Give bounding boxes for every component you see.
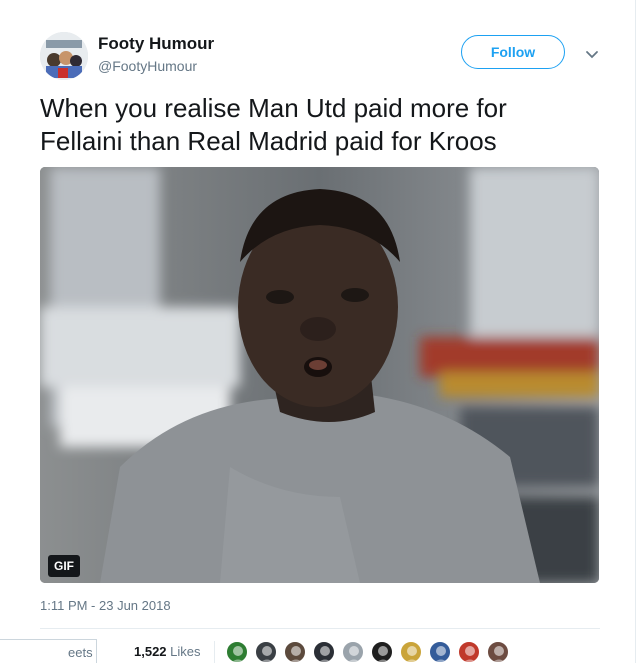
gif-badge: GIF bbox=[48, 555, 80, 577]
tweet-card: Footy Humour @FootyHumour Follow When yo… bbox=[0, 0, 636, 663]
retweets-stat[interactable]: eets bbox=[0, 639, 97, 663]
chevron-down-icon[interactable] bbox=[584, 46, 600, 62]
likes-count: 1,522 bbox=[134, 644, 167, 659]
likes-stat[interactable]: 1,522 Likes bbox=[134, 644, 201, 659]
tweet-text-line-2: Fellaini than Real Madrid paid for Kroos bbox=[40, 126, 497, 156]
liker-avatar[interactable] bbox=[400, 641, 422, 663]
follow-button[interactable]: Follow bbox=[461, 35, 565, 69]
retweets-label: eets bbox=[68, 645, 93, 660]
liker-avatar[interactable] bbox=[342, 641, 364, 663]
liker-avatar[interactable] bbox=[255, 641, 277, 663]
tweet-stats: eets 1,522 Likes bbox=[0, 639, 636, 663]
liker-avatar[interactable] bbox=[313, 641, 335, 663]
tweet-text-line-1: When you realise Man Utd paid more for bbox=[40, 93, 507, 123]
liker-avatar[interactable] bbox=[371, 641, 393, 663]
divider bbox=[40, 628, 600, 629]
author-name[interactable]: Footy Humour bbox=[98, 34, 214, 54]
likes-label: Likes bbox=[170, 644, 201, 659]
liker-avatar[interactable] bbox=[429, 641, 451, 663]
liker-avatar[interactable] bbox=[487, 641, 509, 663]
avatar[interactable] bbox=[40, 32, 88, 80]
stats-separator bbox=[214, 641, 215, 663]
author-handle[interactable]: @FootyHumour bbox=[98, 58, 197, 74]
gif-media[interactable] bbox=[40, 167, 599, 583]
liker-avatar[interactable] bbox=[284, 641, 306, 663]
tweet-timestamp[interactable]: 1:11 PM - 23 Jun 2018 bbox=[40, 598, 171, 613]
liker-avatar[interactable] bbox=[226, 641, 248, 663]
tweet-text: When you realise Man Utd paid more for F… bbox=[40, 92, 600, 158]
liker-avatar[interactable] bbox=[458, 641, 480, 663]
